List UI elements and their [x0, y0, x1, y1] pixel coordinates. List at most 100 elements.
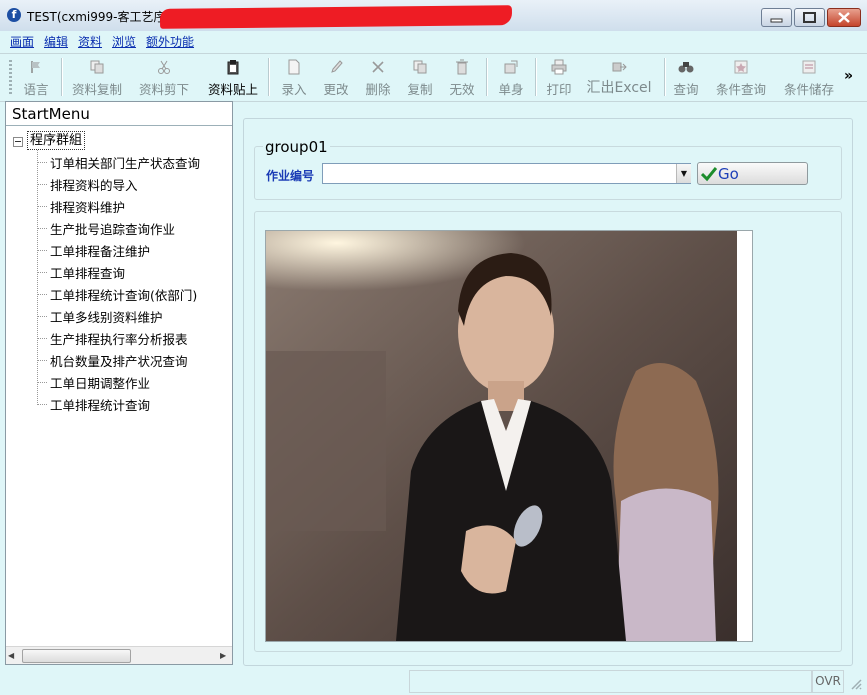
trash-icon: [456, 59, 468, 75]
detail-button[interactable]: 单身: [490, 54, 532, 100]
menu-extra-functions[interactable]: 额外功能: [146, 33, 194, 50]
toolbar: 语言 资料复制 资料剪下 资料贴上 录入 更改 删除 复制 无效 单身 打印 汇…: [0, 53, 867, 102]
redaction-mark: [159, 5, 513, 29]
export-excel-button[interactable]: 汇出Excel: [582, 54, 656, 100]
go-button[interactable]: Go: [697, 162, 808, 185]
close-icon: [838, 12, 850, 23]
tree-collapse-icon[interactable]: [13, 137, 23, 147]
enter-label: 录入: [281, 82, 307, 97]
scroll-left-arrow-icon[interactable]: ◀: [8, 651, 14, 660]
toolbar-separator: [61, 58, 63, 96]
tree-connector-line: [37, 316, 47, 317]
tree-item-label: 生产排程执行率分析报表: [50, 332, 188, 347]
pencil-icon: [331, 60, 343, 73]
tree-connector-line: [37, 228, 47, 229]
detail-icon: [504, 60, 518, 74]
cut-data-button[interactable]: 资料剪下: [133, 54, 195, 100]
start-menu-panel: StartMenu 程序群組 订单相关部门生产状态查询 排程资料的导入 排程资料维护…: [5, 101, 233, 665]
tree-item-label: 工单日期调整作业: [50, 376, 151, 391]
tree-connector-line: [37, 250, 47, 251]
minimize-button[interactable]: [761, 8, 792, 27]
condition-query-button[interactable]: 条件查询: [710, 54, 772, 100]
detail-label: 单身: [498, 82, 524, 97]
toolbar-overflow-chevron-icon[interactable]: »: [844, 68, 853, 84]
invalidate-button[interactable]: 无效: [441, 54, 483, 100]
modify-button[interactable]: 更改: [315, 54, 357, 100]
job-number-combobox[interactable]: [322, 163, 691, 184]
query-button[interactable]: 查询: [668, 54, 704, 100]
binoculars-icon: [678, 62, 694, 73]
copy-icon: [413, 60, 427, 74]
delete-button[interactable]: 删除: [357, 54, 399, 100]
enter-button[interactable]: 录入: [273, 54, 315, 100]
language-label: 语言: [23, 82, 49, 97]
tree-item-label: 生产批号追踪查询作业: [50, 222, 176, 237]
group-title: group01: [263, 138, 330, 156]
photo-frame: [265, 230, 753, 642]
status-bar-segment: [409, 670, 812, 693]
tree-connector-line: [37, 162, 47, 163]
copy-data-icon: [90, 60, 104, 74]
condition-query-icon: [734, 60, 748, 74]
overwrite-mode-indicator: OVR: [812, 670, 844, 693]
duplicate-button[interactable]: 复制: [399, 54, 441, 100]
scrollbar-thumb[interactable]: [22, 649, 131, 663]
toolbar-grip[interactable]: [9, 60, 12, 94]
paste-data-button[interactable]: 资料贴上: [202, 54, 264, 100]
minimize-icon: [770, 18, 783, 23]
condition-query-label: 条件查询: [715, 82, 766, 97]
copy-data-button[interactable]: 资料复制: [66, 54, 128, 100]
tree-item-label: 工单排程统计查询(依部门): [50, 288, 198, 303]
tree-connector-line: [37, 150, 38, 403]
condition-save-button[interactable]: 条件储存: [778, 54, 840, 100]
cut-data-label: 资料剪下: [138, 82, 189, 97]
tree-connector-line: [37, 338, 47, 339]
tree-connector-line: [37, 404, 47, 405]
tree-connector-line: [37, 206, 47, 207]
print-label: 打印: [546, 82, 572, 97]
start-menu-title: StartMenu: [6, 102, 232, 126]
horizontal-scrollbar[interactable]: ◀ ▶: [6, 646, 232, 664]
export-excel-label: 汇出Excel: [586, 80, 652, 96]
portrait-photo: [266, 231, 752, 641]
tree-root-program-group[interactable]: 程序群組: [27, 131, 86, 150]
language-button[interactable]: 语言: [14, 54, 58, 100]
menu-bar: 画面 编辑 资料 浏览 额外功能: [0, 31, 867, 52]
delete-label: 删除: [365, 82, 391, 97]
copy-data-label: 资料复制: [71, 82, 122, 97]
duplicate-label: 复制: [407, 82, 433, 97]
scissors-icon: [158, 60, 170, 74]
export-icon: [612, 62, 627, 72]
menu-browse[interactable]: 浏览: [112, 33, 136, 50]
paste-data-label: 资料贴上: [207, 82, 258, 97]
menu-screen[interactable]: 画面: [10, 33, 34, 50]
tree-connector-line: [37, 382, 47, 383]
clipboard-icon: [227, 60, 239, 75]
scroll-right-arrow-icon[interactable]: ▶: [220, 651, 226, 660]
condition-save-label: 条件储存: [783, 82, 834, 97]
tree-connector-line: [37, 294, 47, 295]
toolbar-separator: [535, 58, 537, 96]
app-icon: f: [7, 8, 21, 22]
maximize-button[interactable]: [794, 8, 825, 27]
tree-connector-line: [37, 184, 47, 185]
job-number-label: 作业编号: [266, 169, 315, 183]
toolbar-separator: [486, 58, 488, 96]
tree-item-label: 工单多线别资料维护: [50, 310, 163, 325]
menu-data[interactable]: 资料: [78, 33, 102, 50]
tree-item-label: 订单相关部门生产状态查询: [50, 156, 201, 171]
go-label: Go: [718, 165, 739, 183]
dropdown-arrow-icon[interactable]: ▼: [676, 164, 691, 183]
print-button[interactable]: 打印: [539, 54, 579, 100]
toolbar-separator: [268, 58, 270, 96]
tree-item-label: 工单排程统计查询: [50, 398, 151, 413]
menu-edit[interactable]: 编辑: [44, 33, 68, 50]
modify-label: 更改: [323, 82, 349, 97]
check-icon: [701, 167, 717, 182]
tree-connector-line: [37, 360, 47, 361]
close-button[interactable]: [827, 8, 861, 27]
x-icon: [372, 61, 384, 73]
tree-connector-line: [37, 272, 47, 273]
resize-grip-icon[interactable]: [848, 676, 862, 690]
new-document-icon: [288, 59, 300, 75]
